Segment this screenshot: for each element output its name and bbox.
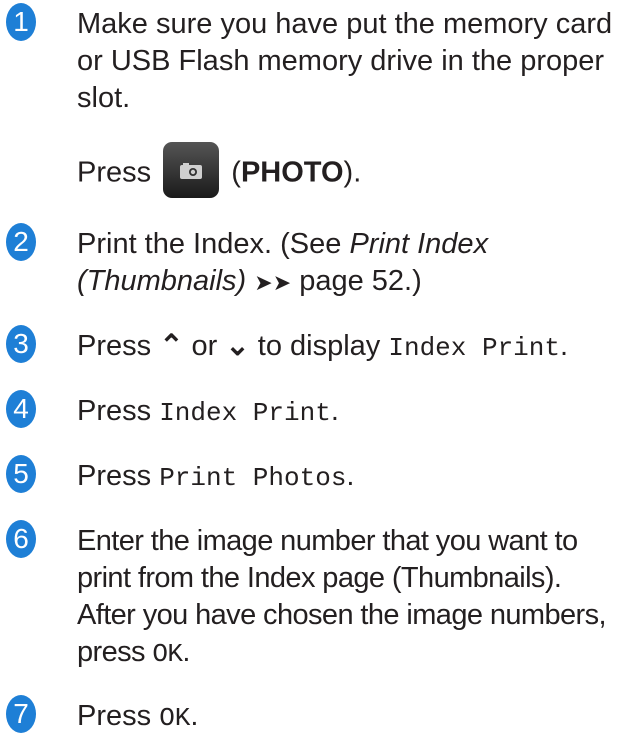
step-number: 2 — [6, 223, 36, 261]
ok-key: OK — [152, 639, 183, 669]
step-text: Press ⌃ or ⌄ to display Index Print. — [77, 330, 569, 363]
photo-label: PHOTO — [240, 156, 344, 189]
paren-open: ( — [231, 156, 241, 189]
step-text: Press OK. — [77, 700, 199, 733]
double-arrow-icon: ➤➤ — [254, 270, 292, 295]
down-arrow-icon: ⌄ — [225, 330, 250, 362]
step-text: Make sure you have put the memory card o… — [77, 8, 613, 114]
step-text: Press Print Photos. — [77, 460, 355, 493]
step-number: 3 — [6, 325, 36, 363]
menu-item: Print Photos — [159, 463, 347, 493]
step-press-line: Press (PHOTO). — [77, 142, 617, 202]
menu-item: Index Print — [388, 333, 560, 363]
menu-item: Index Print — [159, 398, 331, 428]
press-label: Press — [77, 156, 152, 189]
step-number: 7 — [6, 695, 36, 733]
step-number: 6 — [6, 520, 36, 558]
photo-button-icon — [163, 142, 220, 198]
ok-key: OK — [159, 703, 191, 733]
step-text: Press Index Print. — [77, 395, 339, 428]
step-number: 4 — [6, 390, 36, 428]
step-number: 5 — [6, 455, 36, 493]
up-arrow-icon: ⌃ — [159, 330, 184, 362]
step-text: Print the Index. (See Print Index (Thumb… — [77, 228, 489, 297]
paren-close: ). — [343, 156, 362, 189]
step-text: Enter the image number that you want to … — [77, 525, 607, 669]
step-number: 1 — [6, 3, 36, 41]
